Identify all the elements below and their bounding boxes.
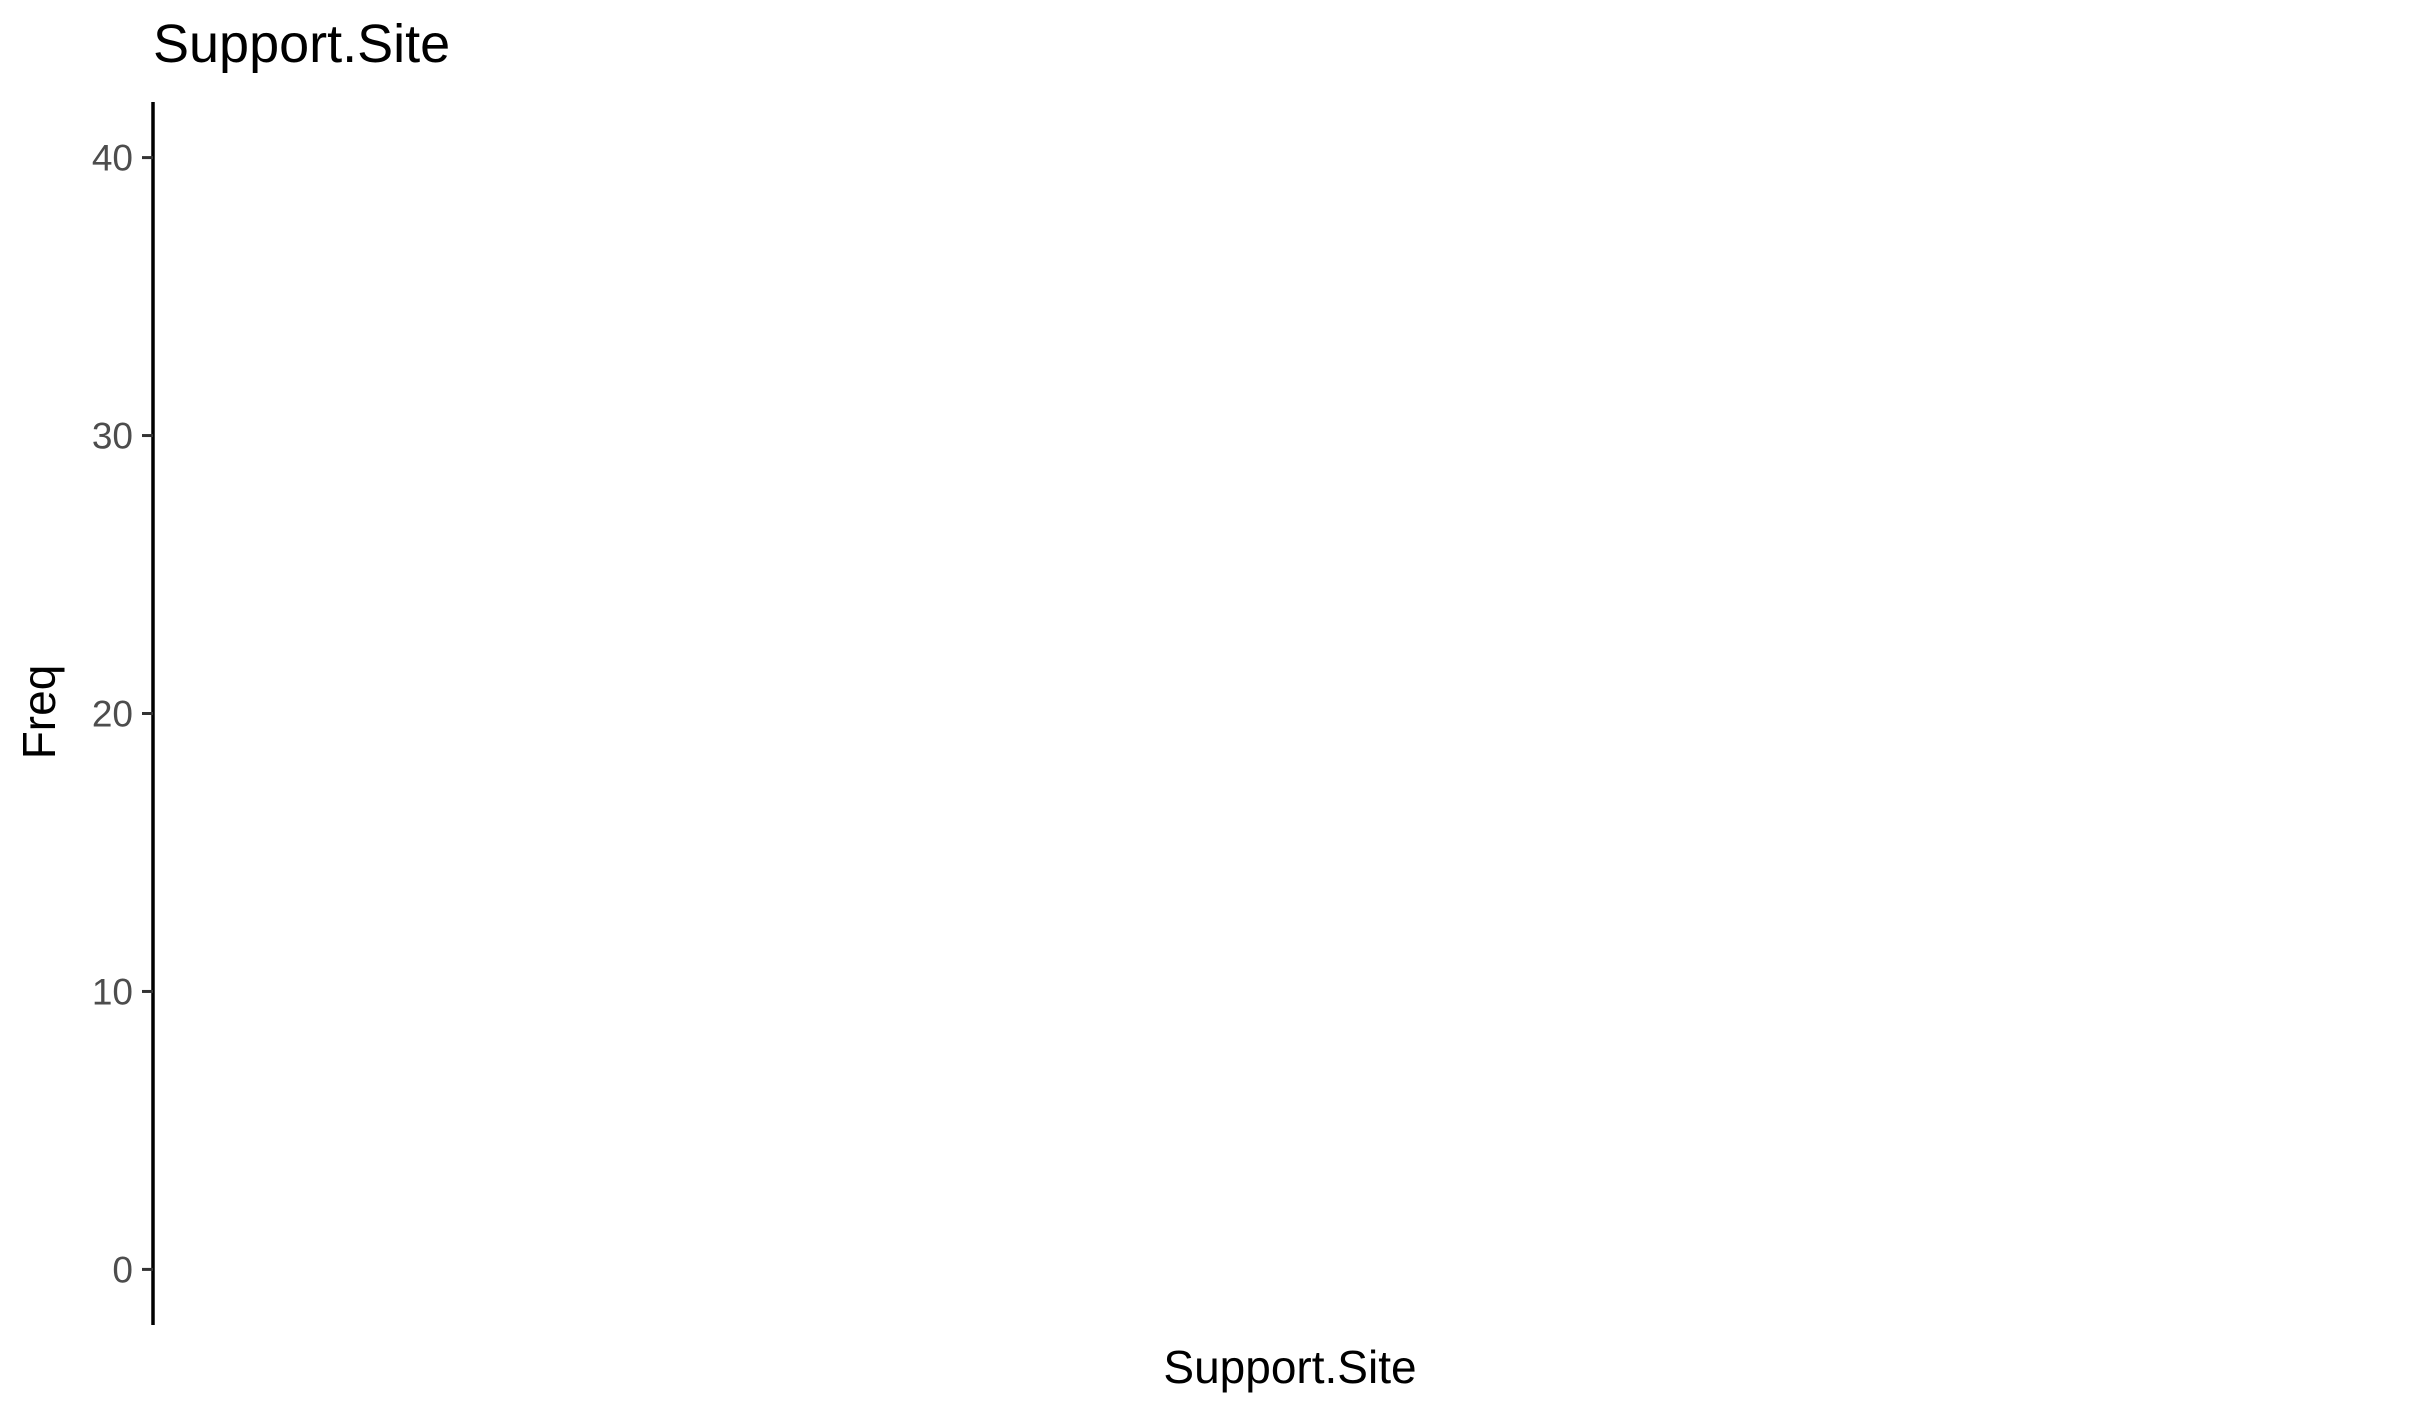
x-axis-title: Support.Site (1163, 1341, 1416, 1393)
chart-title: Support.Site (153, 14, 450, 74)
y-axis-title: Freq (13, 665, 65, 760)
y-tick-label: 40 (92, 138, 133, 179)
y-tick-label: 10 (92, 971, 133, 1012)
chart-background (0, 0, 2430, 1404)
y-tick-label: 20 (92, 694, 133, 735)
chart-canvas: Support.Site 0 10 20 30 40 Freq Support.Site (0, 0, 2430, 1404)
chart: Support.Site 0 10 20 30 40 Freq Support.Site (0, 0, 2430, 1404)
y-tick-label: 30 (92, 416, 133, 457)
y-tick-label: 0 (112, 1249, 133, 1290)
